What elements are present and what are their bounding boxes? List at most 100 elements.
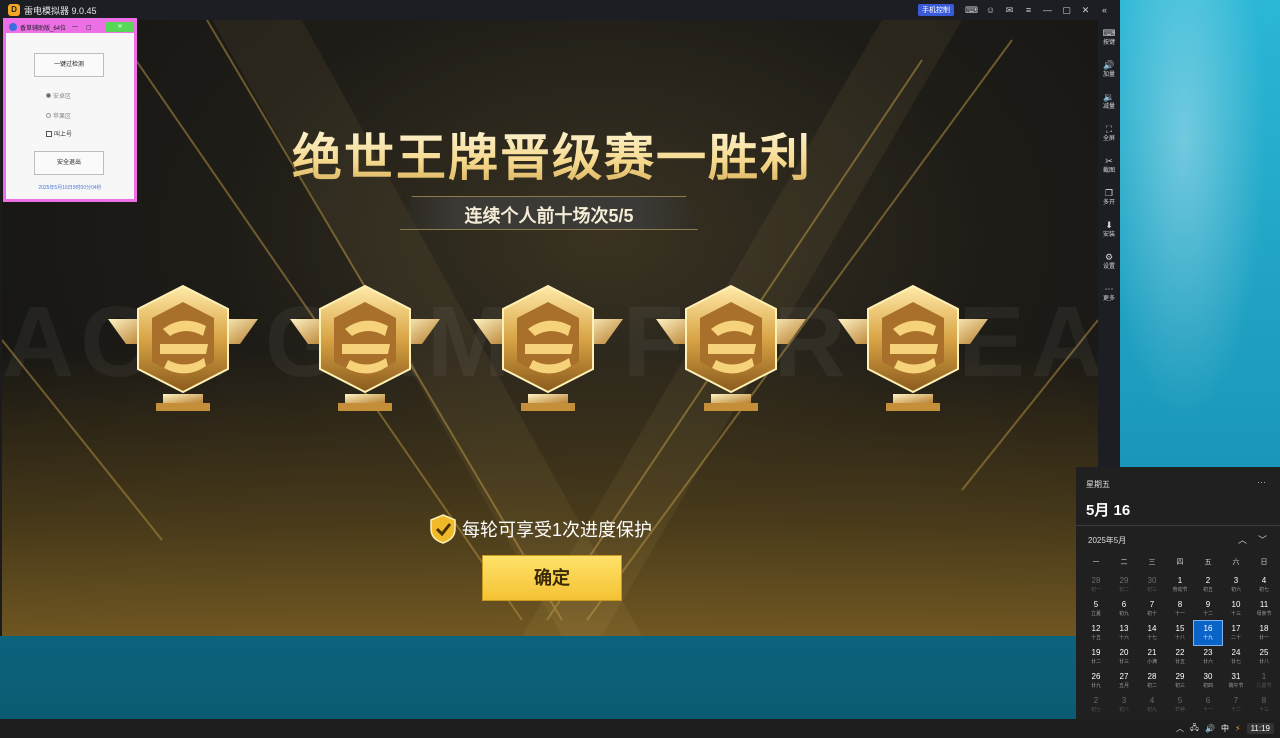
sidebar-item-more[interactable]: ⋯ 更多: [1098, 284, 1120, 303]
calendar-day[interactable]: 3 初六: [1222, 573, 1250, 597]
emulator-title: 雷电模拟器 9.0.45: [24, 5, 97, 16]
sidebar-item-volume-up[interactable]: 🔊 加量: [1098, 60, 1120, 79]
network-icon[interactable]: 🖧: [1190, 722, 1199, 736]
sidebar-item-multi-instance[interactable]: ❐ 多开: [1098, 188, 1120, 207]
sidebar-item-fullscreen[interactable]: ⛶ 全屏: [1098, 124, 1120, 143]
emulator-titlebar[interactable]: D 雷电模拟器 9.0.45 手机控制 ⌨ ☺ ✉ ≡ — ▢ ✕ «: [0, 0, 1120, 20]
calendar-day-today[interactable]: 16 十九: [1193, 620, 1223, 646]
maximize-icon[interactable]: ▢: [86, 24, 92, 31]
calendar-grid: 一 二 三 四 五 六 日 28 初一 29 初二 30 初三 1 劳动节 2 初五 3 初六 4 初七 5…: [1082, 555, 1278, 717]
calendar-day[interactable]: 29 初三: [1166, 669, 1194, 693]
calendar-day[interactable]: 31 端午节: [1222, 669, 1250, 693]
minimize-icon[interactable]: —: [72, 24, 78, 30]
calendar-day[interactable]: 5 立夏: [1082, 597, 1110, 621]
calendar-day[interactable]: 14 十七: [1138, 621, 1166, 645]
calendar-week-row: 28 初一 29 初二 30 初三 1 劳动节 2 初五 3 初六 4 初七: [1082, 573, 1278, 597]
radio-ios[interactable]: 苹果区: [46, 111, 71, 120]
chevron-down-icon[interactable]: ﹀: [1258, 533, 1267, 546]
more-options-icon[interactable]: ···: [1257, 477, 1266, 487]
day-number: 24: [1231, 648, 1241, 657]
calendar-month[interactable]: 2025年5月: [1088, 535, 1126, 546]
close-icon[interactable]: ✕: [1076, 0, 1095, 20]
calendar-day[interactable]: 9 十二: [1194, 597, 1222, 621]
calendar-day[interactable]: 11 母亲节: [1250, 597, 1278, 621]
calendar-day[interactable]: 12 十五: [1082, 621, 1110, 645]
calendar-day[interactable]: 29 初二: [1110, 573, 1138, 597]
lunar-date: 十二: [1202, 611, 1213, 617]
calendar-day[interactable]: 26 廿九: [1082, 669, 1110, 693]
close-icon[interactable]: ✕: [106, 22, 134, 32]
bypass-detection-button[interactable]: 一键过检测: [34, 53, 104, 77]
calendar-day[interactable]: 1 儿童节: [1250, 669, 1278, 693]
chevron-up-icon[interactable]: ︿: [1238, 533, 1247, 546]
sidebar-item-volume-down[interactable]: 🔉 减量: [1098, 92, 1120, 111]
calendar-day[interactable]: 25 廿八: [1250, 645, 1278, 669]
calendar-day[interactable]: 4 初七: [1250, 573, 1278, 597]
sidebar-item-install[interactable]: ⬇ 安装: [1098, 220, 1120, 239]
progress-protection-note: 每轮可享受1次进度保护: [430, 514, 652, 544]
day-number: 1: [1177, 576, 1183, 585]
menu-icon[interactable]: ≡: [1019, 0, 1038, 20]
chevron-up-icon[interactable]: ︿: [1176, 723, 1184, 734]
calendar-day[interactable]: 27 五月: [1110, 669, 1138, 693]
calendar-day[interactable]: 6 初九: [1110, 597, 1138, 621]
calendar-day[interactable]: 7 初十: [1138, 597, 1166, 621]
radio-android[interactable]: 安卓区: [46, 91, 71, 100]
calendar-day[interactable]: 28 初一: [1082, 573, 1110, 597]
calendar-day[interactable]: 13 十六: [1110, 621, 1138, 645]
calendar-day[interactable]: 22 廿五: [1166, 645, 1194, 669]
calendar-day[interactable]: 24 廿七: [1222, 645, 1250, 669]
safe-exit-button[interactable]: 安全退出: [34, 151, 104, 175]
confirm-button[interactable]: 确定: [482, 555, 622, 601]
weekday-label: 一: [1092, 559, 1100, 566]
collapse-icon[interactable]: «: [1095, 0, 1114, 20]
lunar-date: 十七: [1146, 635, 1157, 641]
emulator-tray-icon[interactable]: ⚡: [1235, 724, 1241, 733]
sidebar-item-screenshot[interactable]: ✂ 截图: [1098, 156, 1120, 175]
calendar-day[interactable]: 2 初七: [1082, 693, 1110, 717]
sidebar-item-settings[interactable]: ⚙ 设置: [1098, 252, 1120, 271]
calendar-day[interactable]: 21 小满: [1138, 645, 1166, 669]
calendar-day[interactable]: 30 初三: [1138, 573, 1166, 597]
calendar-day[interactable]: 17 二十: [1222, 621, 1250, 645]
calendar-day[interactable]: 15 十八: [1166, 621, 1194, 645]
day-number: 12: [1091, 624, 1101, 633]
user-icon[interactable]: ☺: [981, 0, 1000, 20]
calendar-day[interactable]: 6 十一: [1194, 693, 1222, 717]
radio-dot: [46, 93, 51, 98]
calendar-day[interactable]: 30 初四: [1194, 669, 1222, 693]
sidebar-item-keymap[interactable]: ⌨ 按键: [1098, 28, 1120, 47]
remote-control-badge[interactable]: 手机控制: [918, 4, 954, 16]
calendar-day[interactable]: 1 劳动节: [1166, 573, 1194, 597]
calendar-day[interactable]: 5 芒种: [1166, 693, 1194, 717]
day-number: 8: [1177, 600, 1183, 609]
game-screen[interactable]: ACE GAME FOR PEACE 绝世王牌晋级赛一胜利 连续个人前十场次5/…: [2, 20, 1098, 636]
calendar-day[interactable]: 3 初八: [1110, 693, 1138, 717]
lunar-date: 初七: [1258, 587, 1269, 593]
radio-label: 安卓区: [53, 94, 72, 100]
calendar-day[interactable]: 28 初二: [1138, 669, 1166, 693]
calendar-day[interactable]: 18 廿一: [1250, 621, 1278, 645]
calendar-day[interactable]: 8 十一: [1166, 597, 1194, 621]
calendar-day[interactable]: 10 十三: [1222, 597, 1250, 621]
medal-icon: [838, 284, 988, 411]
ime-indicator[interactable]: 中: [1221, 723, 1229, 734]
speaker-icon[interactable]: 🔊: [1205, 724, 1215, 733]
calendar-day[interactable]: 23 廿六: [1194, 645, 1222, 669]
lunar-date: 儿童节: [1256, 683, 1272, 689]
taskbar-clock[interactable]: 11:19: [1246, 723, 1274, 734]
checkbox-login[interactable]: 叫上号: [46, 129, 72, 138]
calendar-day[interactable]: 8 十三: [1250, 693, 1278, 717]
emulator-logo-icon: D: [8, 4, 20, 16]
maximize-icon[interactable]: ▢: [1057, 0, 1076, 20]
lunar-date: 初九: [1146, 707, 1157, 713]
mail-icon[interactable]: ✉: [1000, 0, 1019, 20]
calendar-day[interactable]: 2 初五: [1194, 573, 1222, 597]
calendar-day[interactable]: 19 廿二: [1082, 645, 1110, 669]
calendar-day[interactable]: 7 十二: [1222, 693, 1250, 717]
keyboard-icon[interactable]: ⌨: [962, 0, 981, 20]
helper-tool-titlebar[interactable]: 香草辅助版_64位 — ▢ ✕: [6, 21, 134, 33]
calendar-day[interactable]: 4 初九: [1138, 693, 1166, 717]
calendar-day[interactable]: 20 廿三: [1110, 645, 1138, 669]
minimize-icon[interactable]: —: [1038, 0, 1057, 20]
